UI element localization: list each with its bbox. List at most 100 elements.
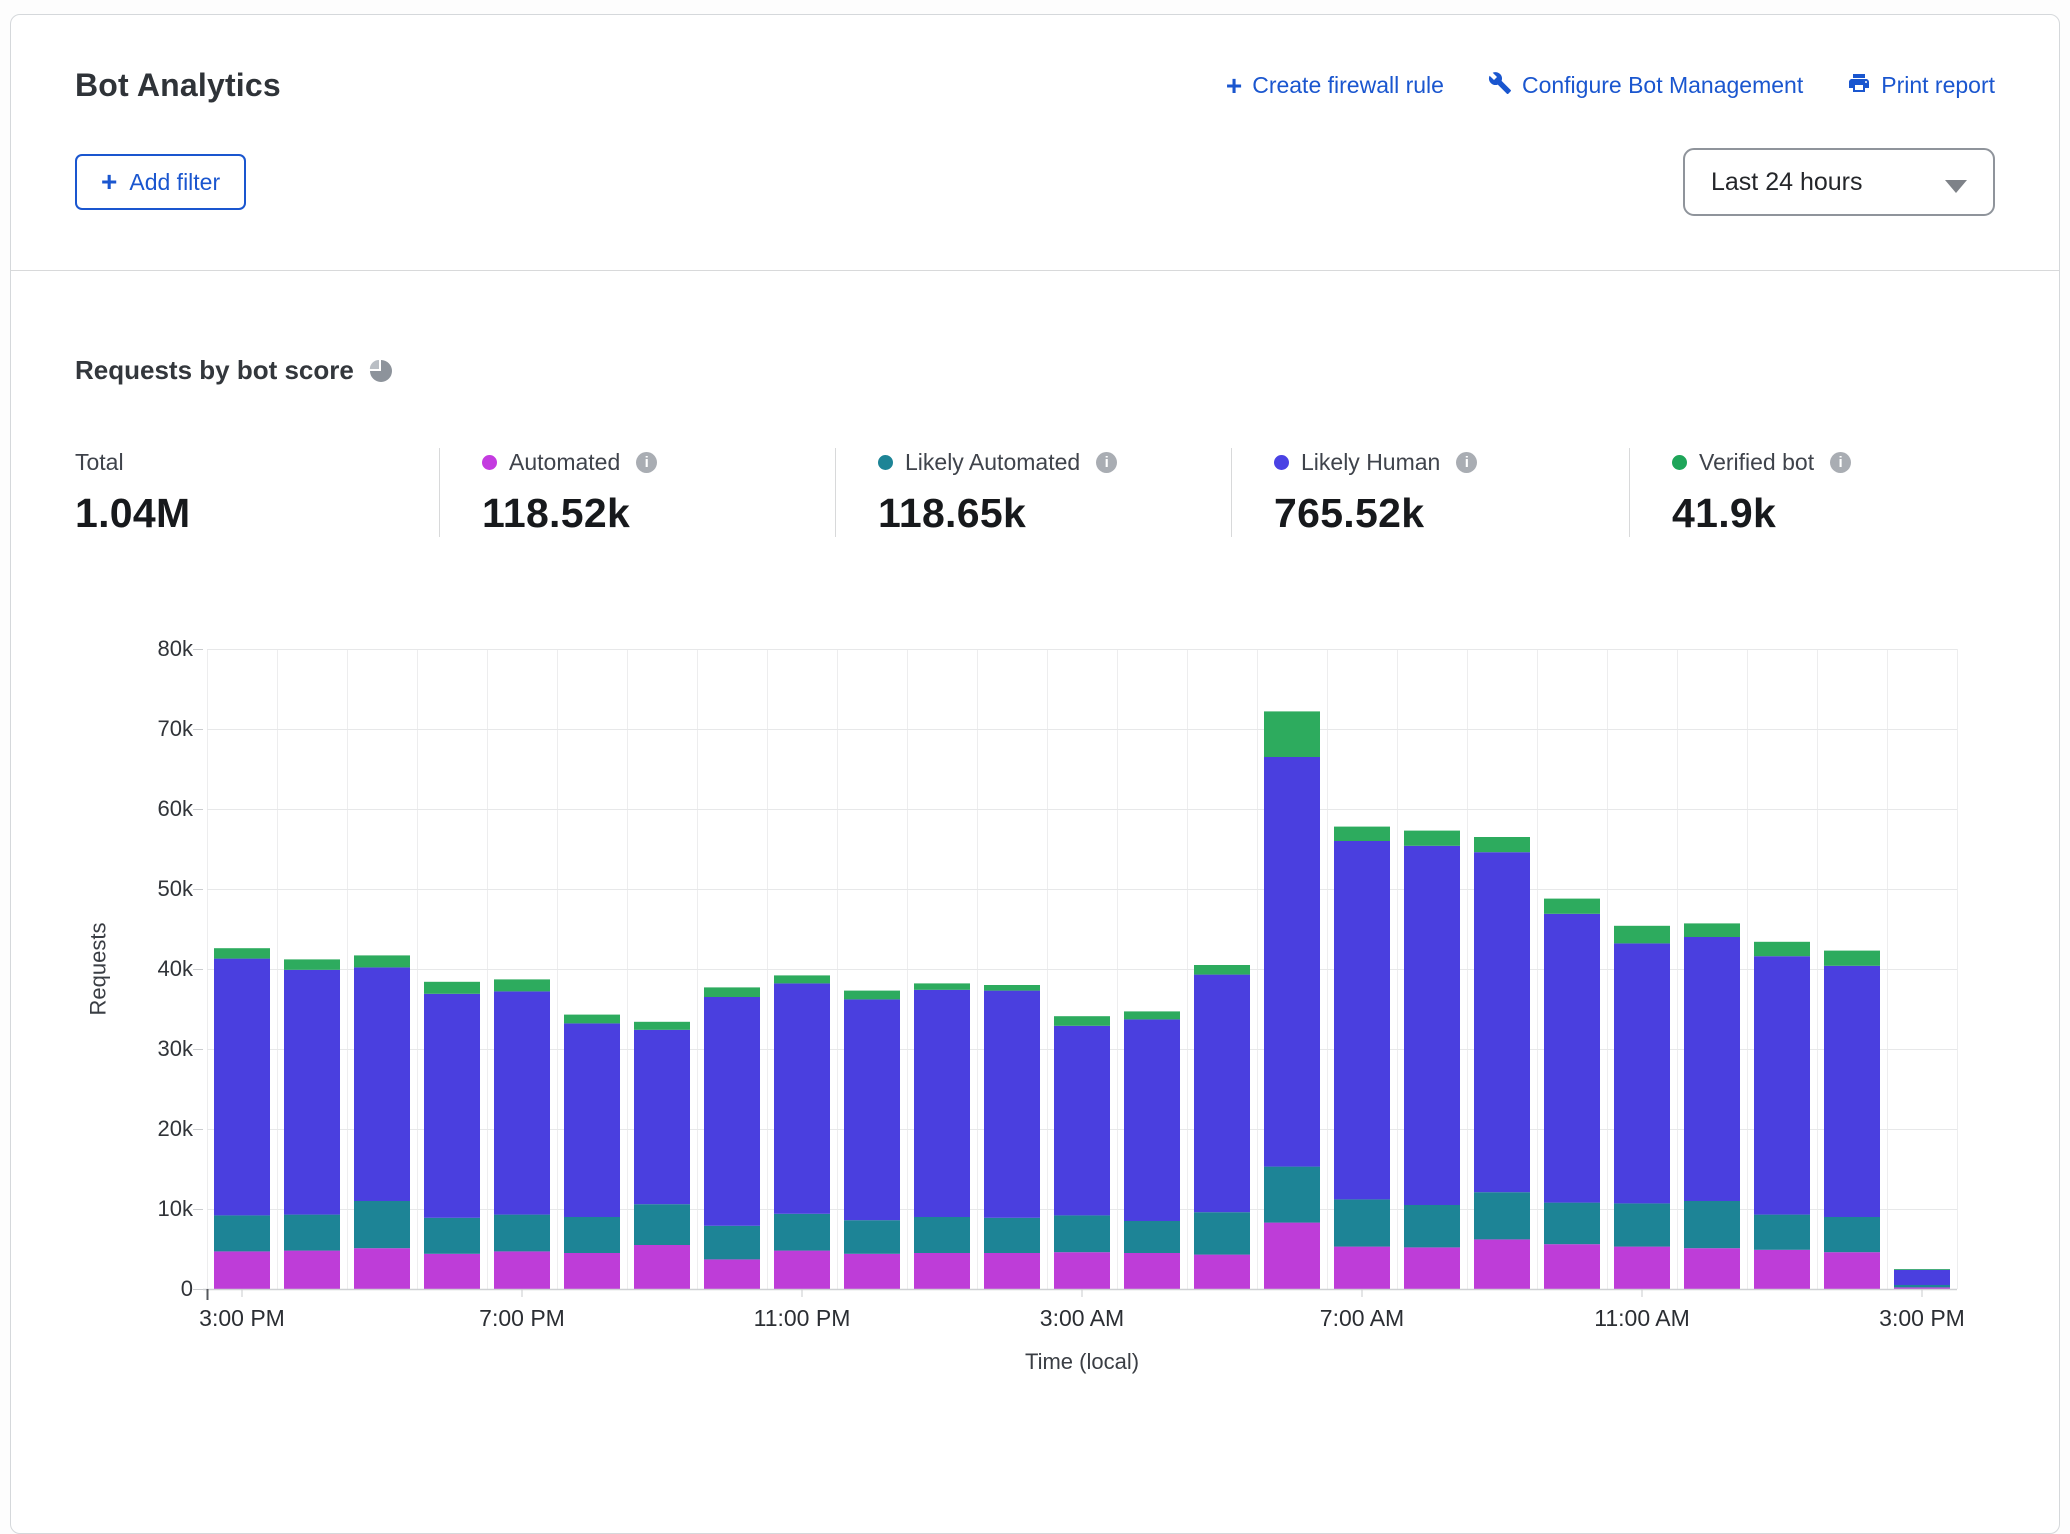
- stat-likely-automated-value: 118.65k: [878, 490, 1231, 537]
- bar-segment-likely-human: [844, 999, 900, 1220]
- info-icon[interactable]: i: [636, 452, 657, 473]
- y-tick-label: 80k: [158, 637, 193, 661]
- bar-segment-likely-automated: [424, 1218, 480, 1254]
- bar-segment-likely-human: [774, 983, 830, 1213]
- bar-segment-likely-human: [984, 991, 1040, 1218]
- stat-automated-value: 118.52k: [482, 490, 835, 537]
- bar-segment-verified-bot: [914, 983, 970, 989]
- top-actions: + Create firewall rule Configure Bot Man…: [1226, 71, 1995, 101]
- configure-bot-management-label: Configure Bot Management: [1522, 72, 1803, 99]
- bar-segment-verified-bot: [1124, 1011, 1180, 1019]
- x-tick-label: 3:00 AM: [1040, 1305, 1124, 1332]
- add-filter-label: Add filter: [129, 169, 220, 196]
- x-tick-label: 7:00 AM: [1320, 1305, 1404, 1332]
- y-tick-label: 20k: [158, 1117, 193, 1141]
- time-range-select[interactable]: Last 24 hours: [1683, 148, 1995, 216]
- page-title: Bot Analytics: [75, 67, 281, 104]
- stat-total: Total 1.04M: [75, 448, 439, 537]
- stats-row: Total 1.04M Automated i 118.52k Likely A…: [75, 448, 1995, 537]
- bar-segment-likely-human: [634, 1030, 690, 1204]
- bar-segment-likely-human: [704, 997, 760, 1226]
- bar-segment-automated: [1404, 1247, 1460, 1289]
- y-tick-label: 50k: [158, 877, 193, 901]
- info-icon[interactable]: i: [1456, 452, 1477, 473]
- bar-segment-verified-bot: [1544, 899, 1600, 914]
- x-axis-ticks: 3:00 PM7:00 PM11:00 PM3:00 AM7:00 AM11:0…: [207, 1305, 1957, 1337]
- bar-segment-automated: [1474, 1239, 1530, 1289]
- bar-segment-automated: [984, 1253, 1040, 1289]
- bar-segment-verified-bot: [1894, 1269, 1950, 1270]
- stat-likely-human-value: 765.52k: [1274, 490, 1629, 537]
- stacked-bar-plot: [207, 649, 1957, 1289]
- bar-segment-likely-automated: [704, 1226, 760, 1260]
- bar-segment-likely-automated: [1544, 1203, 1600, 1245]
- bar-segment-verified-bot: [1194, 965, 1250, 975]
- bar-segment-verified-bot: [1684, 923, 1740, 937]
- bar-segment-likely-human: [1684, 937, 1740, 1201]
- bar-segment-automated: [1824, 1252, 1880, 1289]
- bar-segment-automated: [1754, 1250, 1810, 1289]
- configure-bot-management-link[interactable]: Configure Bot Management: [1488, 71, 1803, 101]
- bar-segment-verified-bot: [844, 991, 900, 1000]
- bar-segment-likely-human: [284, 970, 340, 1215]
- bar-segment-automated: [354, 1248, 410, 1289]
- bar-segment-automated: [1614, 1247, 1670, 1289]
- bar-segment-likely-human: [1474, 852, 1530, 1192]
- bar-segment-likely-human: [214, 959, 270, 1216]
- bar-segment-likely-automated: [1684, 1201, 1740, 1248]
- bar-segment-automated: [844, 1254, 900, 1289]
- bar-segment-likely-human: [1894, 1270, 1950, 1285]
- bar-segment-likely-automated: [1194, 1212, 1250, 1254]
- add-filter-button[interactable]: + Add filter: [75, 154, 246, 210]
- bar-segment-automated: [634, 1245, 690, 1289]
- y-axis-title: Requests: [85, 923, 111, 1016]
- y-tick-label: 0: [181, 1277, 193, 1301]
- bar-segment-likely-human: [564, 1023, 620, 1217]
- stat-total-value: 1.04M: [75, 490, 439, 537]
- bar-segment-likely-automated: [214, 1215, 270, 1251]
- bar-segment-verified-bot: [564, 1015, 620, 1024]
- info-icon[interactable]: i: [1096, 452, 1117, 473]
- automated-legend-dot: [482, 455, 497, 470]
- bar-segment-likely-human: [1264, 757, 1320, 1167]
- y-tick-label: 40k: [158, 957, 193, 981]
- bar-segment-automated: [214, 1251, 270, 1289]
- bar-segment-likely-automated: [914, 1217, 970, 1253]
- stat-automated-label: Automated: [509, 449, 620, 476]
- y-tick-label: 60k: [158, 797, 193, 821]
- bar-chart-svg: [207, 649, 1957, 1289]
- bar-segment-likely-human: [494, 991, 550, 1214]
- y-tick-label: 10k: [158, 1197, 193, 1221]
- stat-likely-human-label: Likely Human: [1301, 449, 1440, 476]
- bar-segment-likely-human: [1544, 914, 1600, 1203]
- plus-icon: +: [101, 166, 117, 198]
- bar-segment-likely-automated: [774, 1214, 830, 1251]
- pie-chart-icon: [368, 359, 392, 383]
- requests-chart: Requests 010k20k30k40k50k60k70k80k 3:00 …: [75, 649, 1995, 1375]
- bar-segment-likely-automated: [1404, 1205, 1460, 1247]
- create-firewall-rule-link[interactable]: + Create firewall rule: [1226, 72, 1444, 99]
- bar-segment-likely-automated: [634, 1204, 690, 1245]
- bar-segment-likely-human: [354, 967, 410, 1201]
- bar-segment-likely-human: [914, 990, 970, 1217]
- info-icon[interactable]: i: [1830, 452, 1851, 473]
- bar-segment-likely-automated: [984, 1218, 1040, 1253]
- bar-segment-likely-human: [424, 994, 480, 1218]
- bar-segment-automated: [284, 1251, 340, 1289]
- bar-segment-automated: [1684, 1248, 1740, 1289]
- likely-human-legend-dot: [1274, 455, 1289, 470]
- bar-segment-automated: [774, 1251, 830, 1289]
- bar-segment-automated: [1264, 1223, 1320, 1289]
- verified-bot-legend-dot: [1672, 455, 1687, 470]
- x-tick-label: 3:00 PM: [199, 1305, 285, 1332]
- printer-icon: [1847, 71, 1871, 101]
- x-tick-label: 7:00 PM: [479, 1305, 565, 1332]
- bar-segment-automated: [1544, 1244, 1600, 1289]
- bar-segment-likely-human: [1824, 966, 1880, 1217]
- print-report-link[interactable]: Print report: [1847, 71, 1995, 101]
- bar-segment-likely-human: [1124, 1019, 1180, 1221]
- bar-segment-automated: [1194, 1255, 1250, 1289]
- bar-segment-automated: [424, 1254, 480, 1289]
- bar-segment-likely-automated: [1824, 1217, 1880, 1252]
- bar-segment-likely-automated: [1474, 1192, 1530, 1239]
